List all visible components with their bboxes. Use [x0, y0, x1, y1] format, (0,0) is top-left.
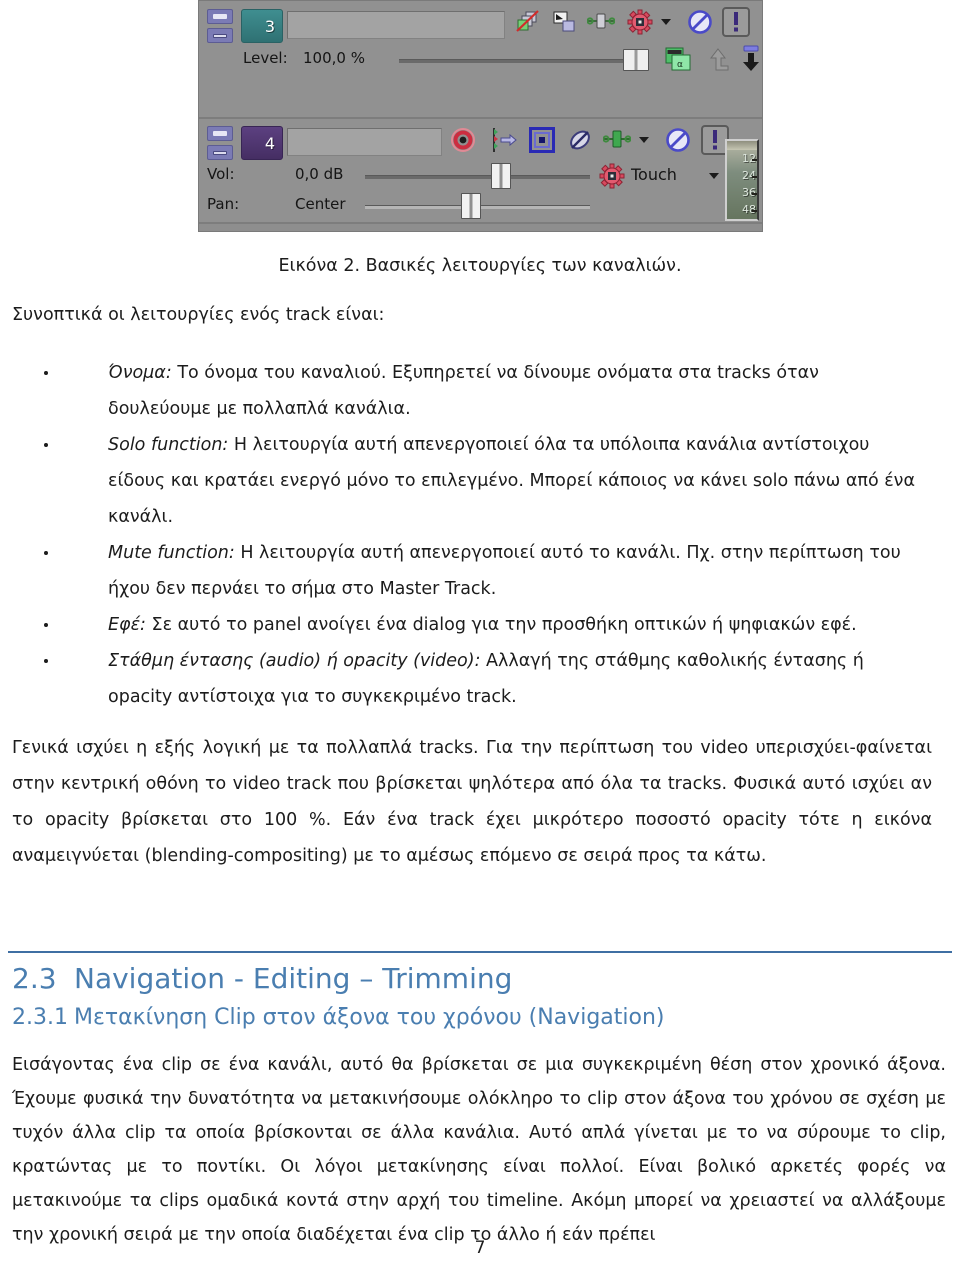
- audio-level-meter: 12 24 36 48: [725, 139, 759, 221]
- child-overlay-icon[interactable]: [739, 45, 762, 71]
- mute-icon-audio[interactable]: [665, 127, 690, 152]
- pan-label: Pan:: [207, 195, 240, 213]
- level-label: Level:: [243, 49, 288, 67]
- track-functions-list: Όνομα: Το όνομα του καναλιού. Εξυπηρετεί…: [0, 355, 960, 715]
- record-arm-icon[interactable]: [449, 126, 475, 152]
- mute-icon[interactable]: [687, 9, 712, 34]
- video-track-number[interactable]: 3: [241, 9, 283, 43]
- figure-caption: Εικόνα 2. Βασικές λειτουργίες των καναλι…: [278, 256, 682, 276]
- meter-tickmark: [752, 210, 757, 212]
- track-fx-dropdown-caret-icon[interactable]: [639, 137, 649, 143]
- vol-value: 0,0 dB: [295, 165, 344, 183]
- list-item: Εφέ: Σε αυτό το panel ανοίγει ένα dialog…: [0, 607, 960, 643]
- heading-2-3-1: 2.3.1 Μετακίνηση Clip στον άξονα του χρόν…: [12, 1005, 665, 1030]
- minimize-maximize-track-buttons-audio[interactable]: [207, 126, 233, 160]
- list-item-term: Mute function:: [108, 543, 235, 563]
- heading-2-3: 2.3 Navigation - Editing – Trimming: [12, 962, 512, 995]
- minimize-track-button-audio[interactable]: [207, 126, 233, 141]
- video-track-name-input[interactable]: [287, 11, 505, 39]
- list-item-term: Όνομα:: [108, 363, 172, 383]
- list-item-text: Η λειτουργία αυτή απενεργοποιεί όλα τα υ…: [108, 435, 915, 527]
- input-monitor-icon[interactable]: [487, 126, 517, 152]
- list-item: Όνομα: Το όνομα του καναλιού. Εξυπηρετεί…: [0, 355, 960, 427]
- parent-overlay-icon[interactable]: [707, 47, 731, 71]
- heading-2-3-1-title: Μετακίνηση Clip στον άξονα του χρόνου (N…: [74, 1005, 665, 1030]
- automation-mode-caret-icon[interactable]: [709, 173, 719, 179]
- make-compositing-child-icon[interactable]: [551, 9, 575, 33]
- list-item-term: Στάθμη έντασης (audio) ή opacity (video)…: [108, 651, 481, 671]
- maximize-track-button[interactable]: [207, 28, 233, 43]
- pan-value: Center: [295, 195, 346, 213]
- phase-invert-icon[interactable]: [529, 127, 555, 153]
- audio-track-number[interactable]: 4: [241, 126, 283, 160]
- level-slider-thumb[interactable]: [623, 49, 649, 71]
- minimize-maximize-track-buttons[interactable]: [207, 9, 233, 43]
- automation-settings-icon[interactable]: [627, 9, 653, 35]
- list-item-text: Σε αυτό το panel ανοίγει ένα dialog για …: [145, 615, 857, 635]
- pan-slider-thumb[interactable]: [461, 193, 481, 219]
- automation-settings-icon-audio[interactable]: [599, 163, 625, 189]
- maximize-track-button-audio[interactable]: [207, 145, 233, 160]
- section-divider: [8, 951, 952, 953]
- track-fx-icon-audio[interactable]: [603, 129, 631, 153]
- meter-headroom: [727, 141, 757, 150]
- list-item-term: Solo function:: [108, 435, 229, 455]
- list-item-text: Το όνομα του καναλιού. Εξυπηρετεί να δίν…: [108, 363, 819, 419]
- heading-2-3-title: Navigation - Editing – Trimming: [74, 962, 513, 995]
- motion-blur-icon[interactable]: α: [665, 47, 691, 71]
- audio-track-header[interactable]: 4 Vol: 0,0 dB Touch Pan: Center 12 24 36…: [199, 119, 762, 224]
- svg-text:α: α: [677, 60, 683, 70]
- automation-mode-label: Touch: [631, 165, 677, 184]
- meter-tickmark: [752, 176, 757, 178]
- video-track-header[interactable]: 3 Level: 100,0 % α: [199, 1, 762, 119]
- track-fx-icon[interactable]: [587, 11, 615, 35]
- audio-track-name-input[interactable]: [287, 128, 442, 156]
- solo-icon[interactable]: [722, 7, 750, 37]
- heading-2-3-1-number: 2.3.1: [12, 1005, 68, 1030]
- vol-slider-thumb[interactable]: [491, 163, 511, 189]
- invert-phase-icon[interactable]: [567, 127, 591, 151]
- vol-label: Vol:: [207, 165, 235, 183]
- heading-2-3-number: 2.3: [12, 962, 57, 995]
- figure-track-header-screenshot: 3 Level: 100,0 % α 4 Vol: 0,0 dB Touch P…: [198, 0, 763, 232]
- list-item: Στάθμη έντασης (audio) ή opacity (video)…: [0, 643, 960, 715]
- compositing-mode-icon[interactable]: [515, 9, 539, 33]
- list-item: Solo function: Η λειτουργία αυτή απενεργ…: [0, 427, 960, 535]
- intro-paragraph: Συνοπτικά οι λειτουργίες ενός track είνα…: [12, 305, 385, 325]
- minimize-track-button[interactable]: [207, 9, 233, 24]
- automation-dropdown-caret-icon[interactable]: [661, 19, 671, 25]
- level-slider-track[interactable]: [399, 59, 647, 63]
- paragraph-navigation: Εισάγοντας ένα clip σε ένα κανάλι, αυτό …: [12, 1055, 946, 1245]
- meter-tickmark: [752, 193, 757, 195]
- paragraph-general: Γενικά ισχύει η εξής λογική με τα πολλαπ…: [12, 738, 932, 866]
- meter-tickmark: [752, 159, 757, 161]
- list-item-term: Εφέ:: [108, 615, 146, 635]
- page-number: 7: [474, 1238, 486, 1258]
- level-value: 100,0 %: [303, 49, 365, 67]
- vol-slider-track[interactable]: [365, 175, 590, 179]
- list-item: Mute function: Η λειτουργία αυτή απενεργ…: [0, 535, 960, 607]
